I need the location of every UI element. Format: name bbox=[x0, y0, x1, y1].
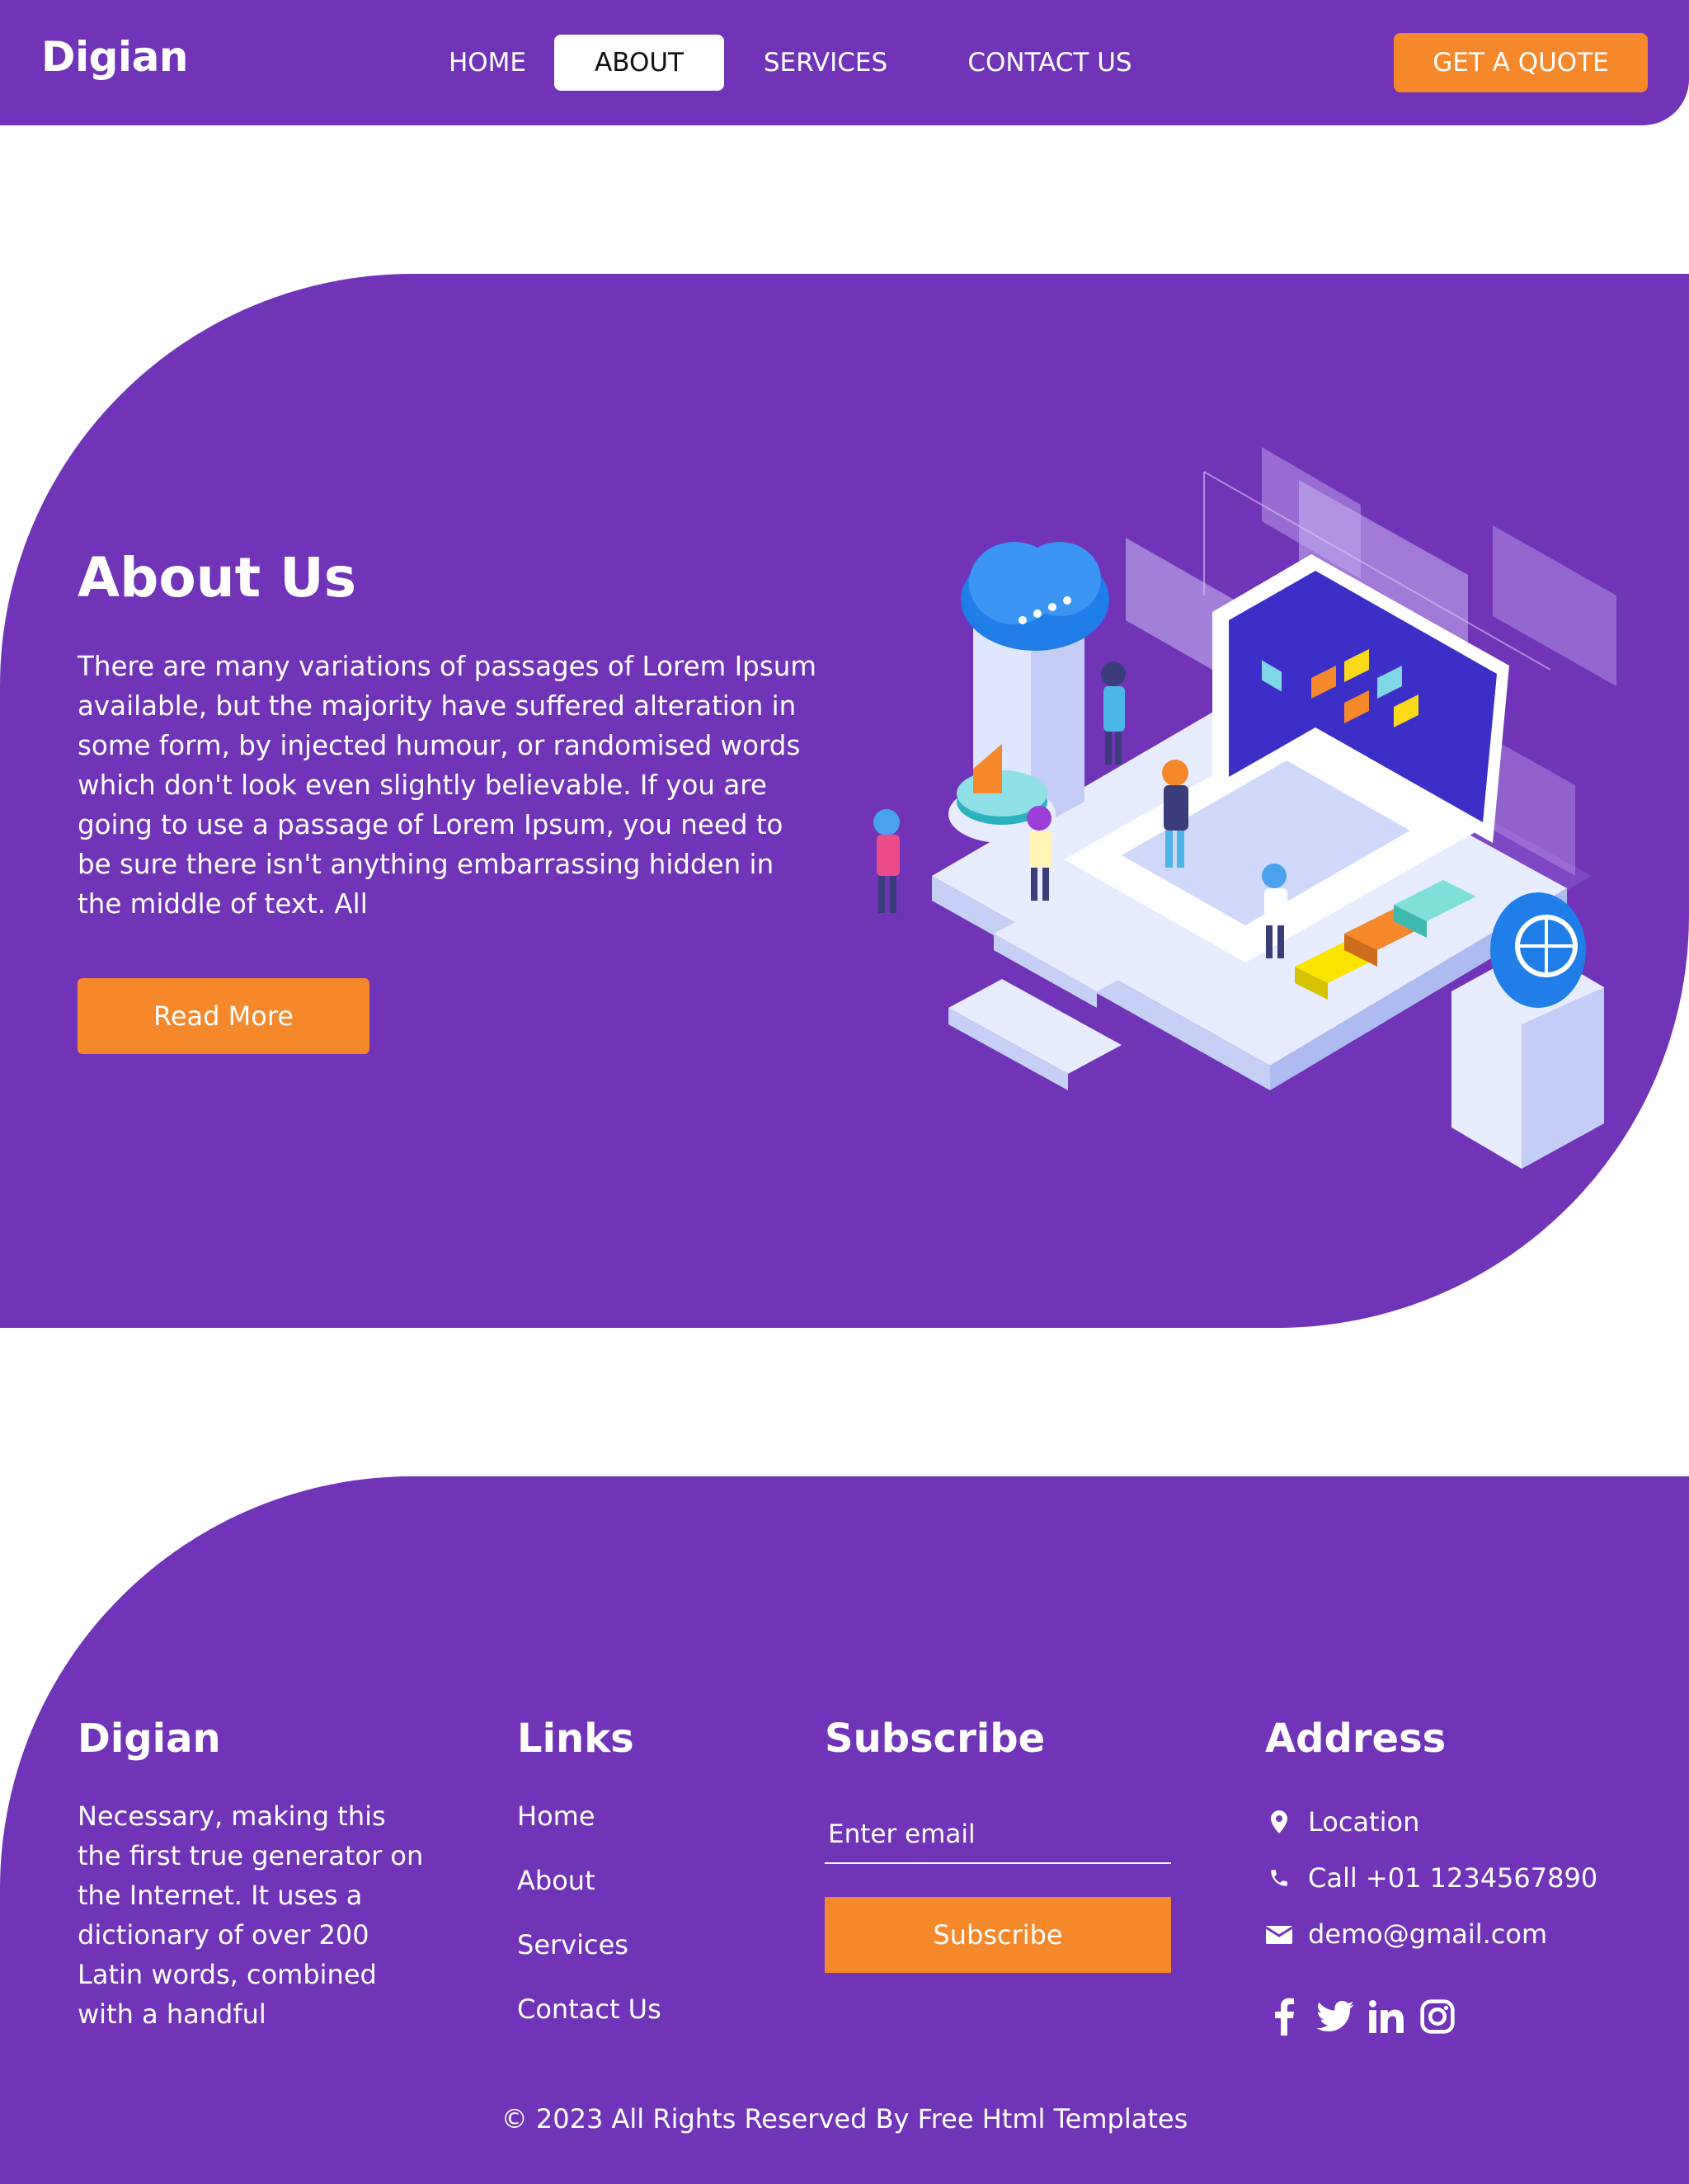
location-text: Location bbox=[1308, 1806, 1420, 1838]
footer-brand-heading: Digian bbox=[78, 1716, 221, 1762]
about-section: About Us There are many variations of pa… bbox=[0, 274, 1689, 1328]
site-footer: Digian Necessary, making this the first … bbox=[0, 1476, 1689, 2184]
copyright-text: © 2023 All Rights Reserved By Free Html … bbox=[501, 2103, 1188, 2135]
get-a-quote-button[interactable]: GET A QUOTE bbox=[1394, 33, 1648, 92]
map-marker-icon bbox=[1265, 1808, 1293, 1836]
facebook-icon[interactable] bbox=[1265, 1996, 1303, 2037]
footer-links: Home About Services Contact Us bbox=[517, 1796, 661, 2054]
site-header: Digian HOME ABOUT SERVICES CONTACT US GE… bbox=[0, 0, 1689, 125]
address-phone[interactable]: Call +01 1234567890 bbox=[1265, 1862, 1597, 1894]
phone-text: Call +01 1234567890 bbox=[1308, 1862, 1598, 1894]
address-location[interactable]: Location bbox=[1265, 1806, 1419, 1838]
subscribe-button[interactable]: Subscribe bbox=[825, 1897, 1171, 1973]
about-title: About Us bbox=[78, 546, 357, 610]
subscribe-heading: Subscribe bbox=[825, 1716, 1046, 1762]
about-description: There are many variations of passages of… bbox=[78, 651, 817, 920]
linkedin-icon[interactable] bbox=[1367, 1996, 1405, 2037]
nav-services[interactable]: SERVICES bbox=[724, 35, 927, 91]
email-text: demo@gmail.com bbox=[1308, 1918, 1548, 1950]
main-nav: HOME ABOUT SERVICES CONTACT US bbox=[421, 35, 1173, 91]
links-heading: Links bbox=[517, 1716, 634, 1762]
footer-link-contact-us[interactable]: Contact Us bbox=[517, 1989, 661, 2054]
footer-link-about[interactable]: About bbox=[517, 1861, 661, 1925]
read-more-button[interactable]: Read More bbox=[78, 978, 369, 1054]
footer-link-services[interactable]: Services bbox=[517, 1925, 661, 1989]
nav-home[interactable]: HOME bbox=[421, 35, 554, 91]
envelope-icon bbox=[1265, 1920, 1293, 1948]
footer-brand-text: Necessary, making this the first true ge… bbox=[78, 1800, 424, 2030]
footer-link-home[interactable]: Home bbox=[517, 1796, 661, 1861]
phone-icon bbox=[1265, 1864, 1293, 1892]
social-links bbox=[1265, 1996, 1456, 2037]
address-email[interactable]: demo@gmail.com bbox=[1265, 1918, 1547, 1950]
nav-about[interactable]: ABOUT bbox=[554, 35, 724, 91]
nav-contact-us[interactable]: CONTACT US bbox=[927, 35, 1173, 91]
instagram-icon[interactable] bbox=[1418, 1996, 1456, 2037]
brand-logo[interactable]: Digian bbox=[41, 33, 188, 81]
isometric-illustration bbox=[873, 447, 1616, 1169]
email-input[interactable] bbox=[825, 1806, 1171, 1864]
address-heading: Address bbox=[1265, 1716, 1447, 1762]
twitter-icon[interactable] bbox=[1316, 1996, 1354, 2037]
